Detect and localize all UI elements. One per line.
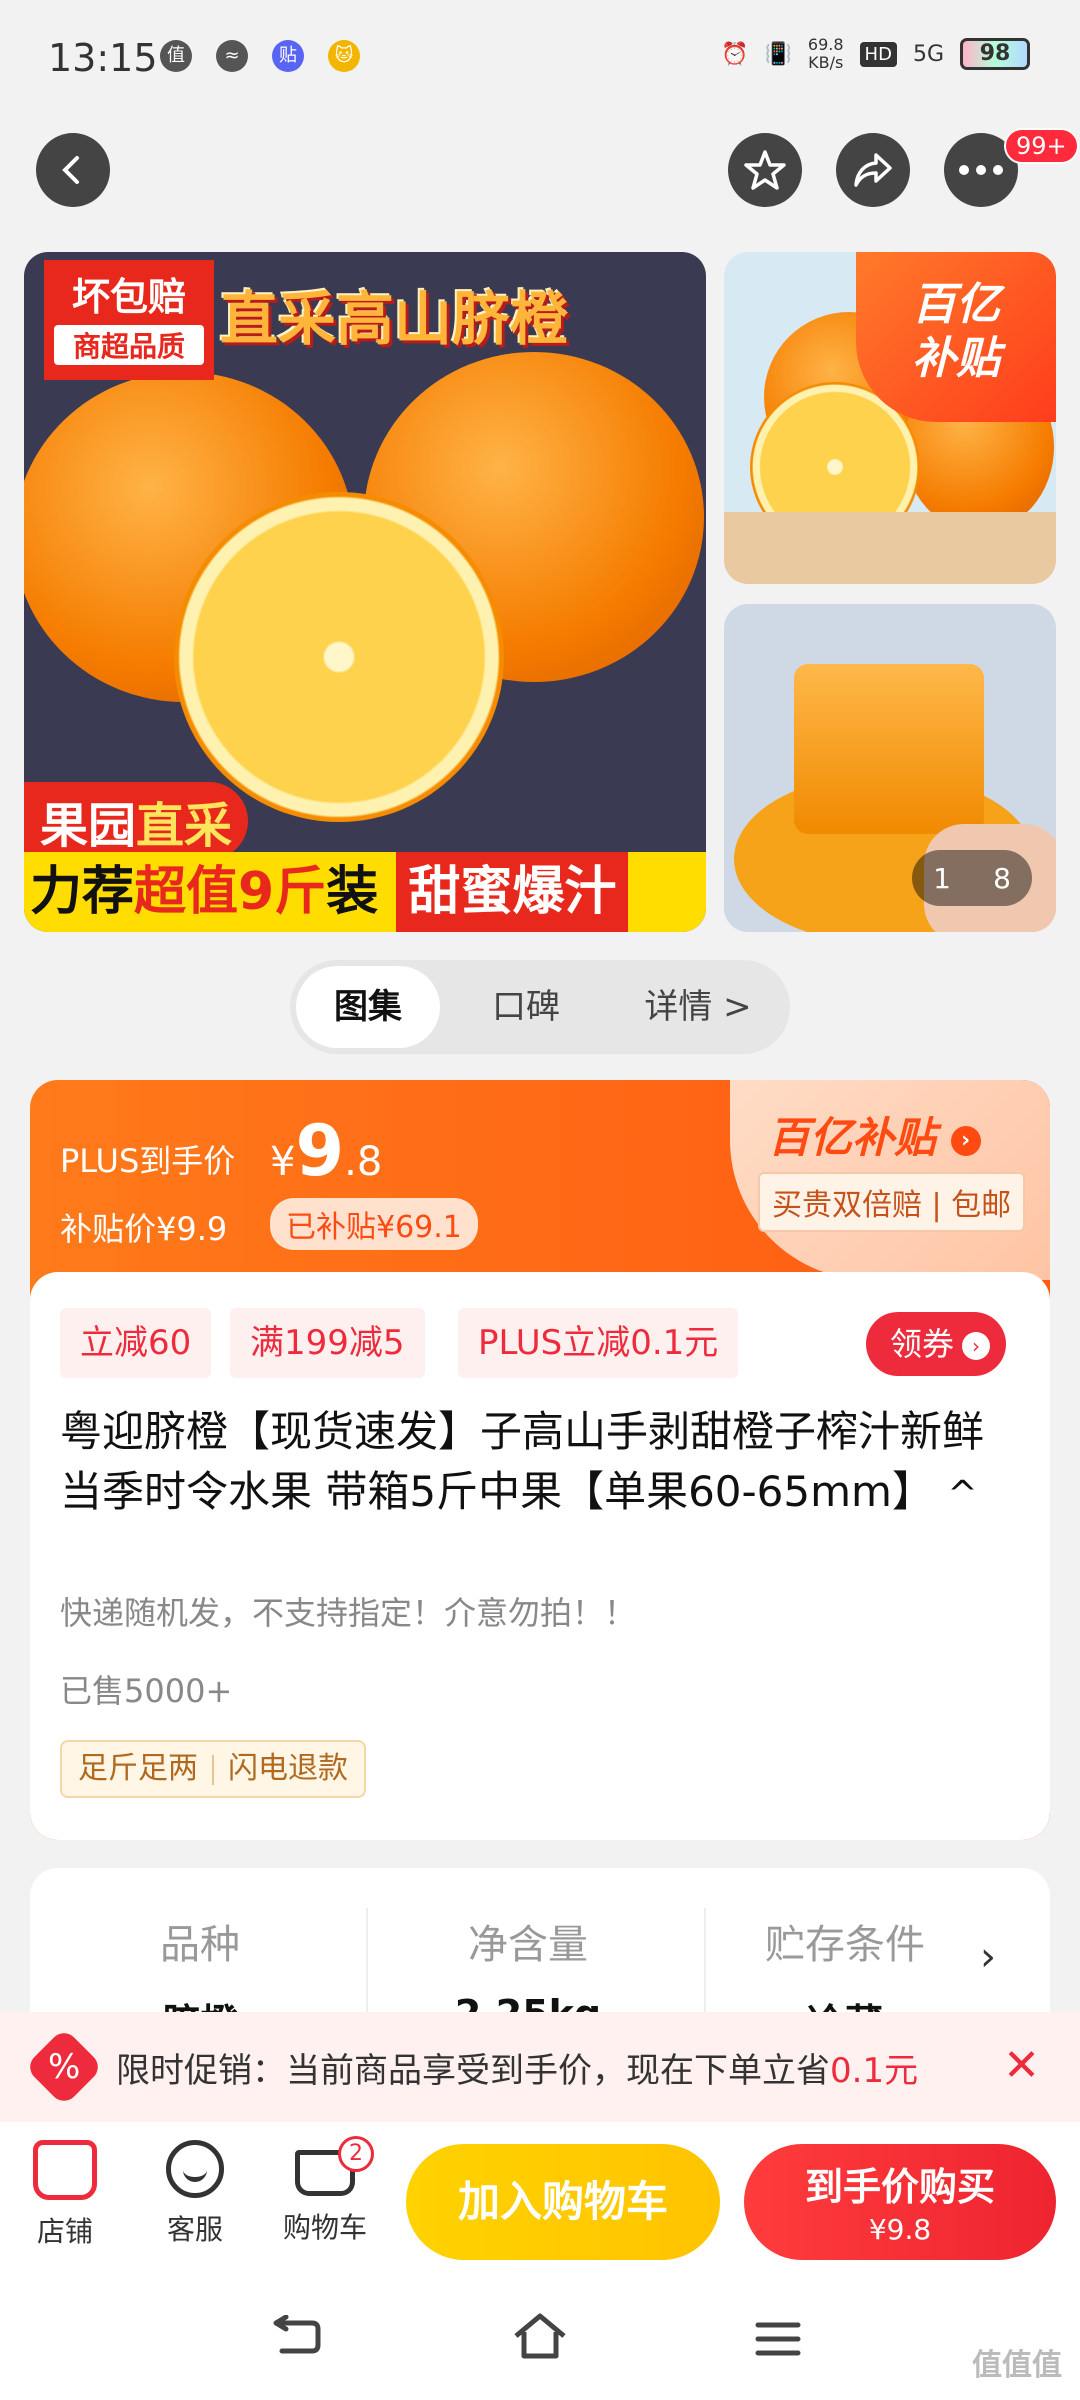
bottom-action-bar: 店铺 客服 购物车 2 加入购物车 到手价购买 ¥9.8 <box>0 2122 1080 2272</box>
home-nav-icon[interactable] <box>512 2312 568 2373</box>
status-bar: 13:15 值 ≈ 贴 🐱 ⏰ 📳 69.8 KB/s HD 5G 98 <box>0 0 1080 120</box>
store-icon <box>33 2140 97 2200</box>
plus-price: ¥9.8 <box>270 1110 383 1192</box>
system-nav-bar <box>0 2272 1080 2400</box>
more-dots-icon <box>959 165 1003 175</box>
cart-count-badge: 2 <box>338 2136 374 2172</box>
promo-banner: % 限时促销：当前商品享受到手价，现在下单立省0.1元 ✕ <box>0 2012 1080 2122</box>
promo-text: 限时促销：当前商品享受到手价，现在下单立省0.1元 <box>116 2050 919 2091</box>
watermark: 值值值 <box>972 2348 1062 2383</box>
subsidy-program-link[interactable]: 百亿补贴 › <box>768 1104 981 1165</box>
image-counter: 1 8 <box>912 850 1032 906</box>
signal-icon: 5G <box>912 41 944 67</box>
image-headline: 直采高山脐橙 <box>220 285 569 353</box>
store-button[interactable]: 店铺 <box>10 2140 120 2250</box>
star-icon <box>744 150 786 190</box>
shipping-note: 快递随机发，不支持指定！介意勿拍！！ <box>60 1594 637 1632</box>
customer-service-button[interactable]: 客服 <box>140 2140 250 2248</box>
app-notification-icon: 值 <box>160 40 192 72</box>
subsidy-program-tags: 买贵双倍赔 | 包邮 <box>758 1172 1026 1232</box>
main-product-image[interactable]: 坏包赔 商超品质 直采高山脐橙 果园直采 力荐超值9斤装 甜蜜爆汁 <box>24 252 706 932</box>
alarm-icon: ⏰ <box>721 41 749 67</box>
image-banner-1: 果园直采 <box>24 782 249 860</box>
coupon-tag[interactable]: 立减60 <box>60 1308 212 1378</box>
status-time: 13:15 <box>48 36 158 80</box>
price-card: PLUS到手价 ¥9.8 补贴价¥9.9 已补贴¥69.1 百亿补贴 › 买贵双… <box>30 1080 1050 1840</box>
chevron-right-icon: › <box>950 1125 981 1156</box>
hd-icon: HD <box>859 41 897 67</box>
add-to-cart-button[interactable]: 加入购物车 <box>406 2144 720 2260</box>
vibrate-icon: 📳 <box>764 41 792 67</box>
back-nav-icon[interactable] <box>272 2312 324 2372</box>
coupon-tag[interactable]: PLUS立减0.1元 <box>458 1308 739 1378</box>
status-indicators: ⏰ 📳 69.8 KB/s HD 5G 98 <box>721 36 1030 72</box>
spec-label: 品种 <box>160 1922 240 1968</box>
discount-icon: % <box>24 2027 104 2107</box>
orange-cube-illustration <box>794 664 984 834</box>
status-app-icons: 值 ≈ 贴 🐱 <box>160 40 360 72</box>
tab-reviews[interactable]: 口碑 <box>440 966 612 1048</box>
buy-now-button[interactable]: 到手价购买 ¥9.8 <box>744 2144 1056 2260</box>
chevron-right-icon[interactable]: › <box>980 1934 996 1980</box>
tab-gallery[interactable]: 图集 <box>296 966 440 1048</box>
close-icon[interactable]: ✕ <box>1003 2040 1040 2091</box>
spec-label: 净含量 <box>468 1922 588 1968</box>
thumbnail-image-1[interactable]: 百亿 补贴 <box>724 252 1056 584</box>
tab-details[interactable]: 详情 > <box>612 966 784 1048</box>
image-banner-2: 力荐超值9斤装 甜蜜爆汁 <box>24 852 706 932</box>
chevron-right-icon: › <box>962 1332 991 1360</box>
share-button[interactable] <box>836 133 910 207</box>
content-tabs: 图集 口碑 详情 > <box>290 960 790 1054</box>
share-icon <box>854 153 892 187</box>
back-arrow-icon <box>62 156 79 184</box>
battery-icon: 98 <box>960 38 1030 70</box>
subsidy-badge: 百亿 补贴 <box>856 252 1056 422</box>
net-speed: 69.8 KB/s <box>807 35 844 72</box>
customer-service-icon <box>166 2140 224 2198</box>
collapse-icon[interactable]: ^ <box>947 1474 977 1515</box>
menu-nav-icon[interactable] <box>754 2312 802 2372</box>
orange-half-illustration <box>174 492 504 822</box>
service-tags[interactable]: 足斤足两 闪电退款 <box>60 1740 366 1798</box>
coupon-tag[interactable]: 满199减5 <box>230 1308 425 1378</box>
subsidized-amount: 已补贴¥69.1 <box>270 1198 478 1250</box>
app-notification-icon: 🐱 <box>328 40 360 72</box>
product-detail-card: 立减60 满199减5 PLUS立减0.1元 领券 › 粤迎脐橙【现货速发】子高山… <box>30 1272 1050 1840</box>
notification-badge: 99+ <box>1004 128 1079 164</box>
subsidy-price: 补贴价¥9.9 <box>60 1210 228 1248</box>
back-button[interactable] <box>36 133 110 207</box>
app-notification-icon: ≈ <box>216 40 248 72</box>
spec-label: 贮存条件 <box>765 1922 925 1968</box>
favorite-button[interactable] <box>728 133 802 207</box>
get-coupon-button[interactable]: 领券 › <box>866 1312 1007 1376</box>
guarantee-tag: 坏包赔 商超品质 <box>44 260 214 380</box>
sold-count: 已售5000+ <box>60 1672 233 1710</box>
app-notification-icon: 贴 <box>272 40 304 72</box>
plus-price-label: PLUS到手价 <box>60 1142 236 1180</box>
wooden-board <box>724 512 1056 584</box>
product-title: 粤迎脐橙【现货速发】子高山手剥甜橙子榨汁新鲜当季时令水果 带箱5斤中果【单果60… <box>60 1407 985 1516</box>
